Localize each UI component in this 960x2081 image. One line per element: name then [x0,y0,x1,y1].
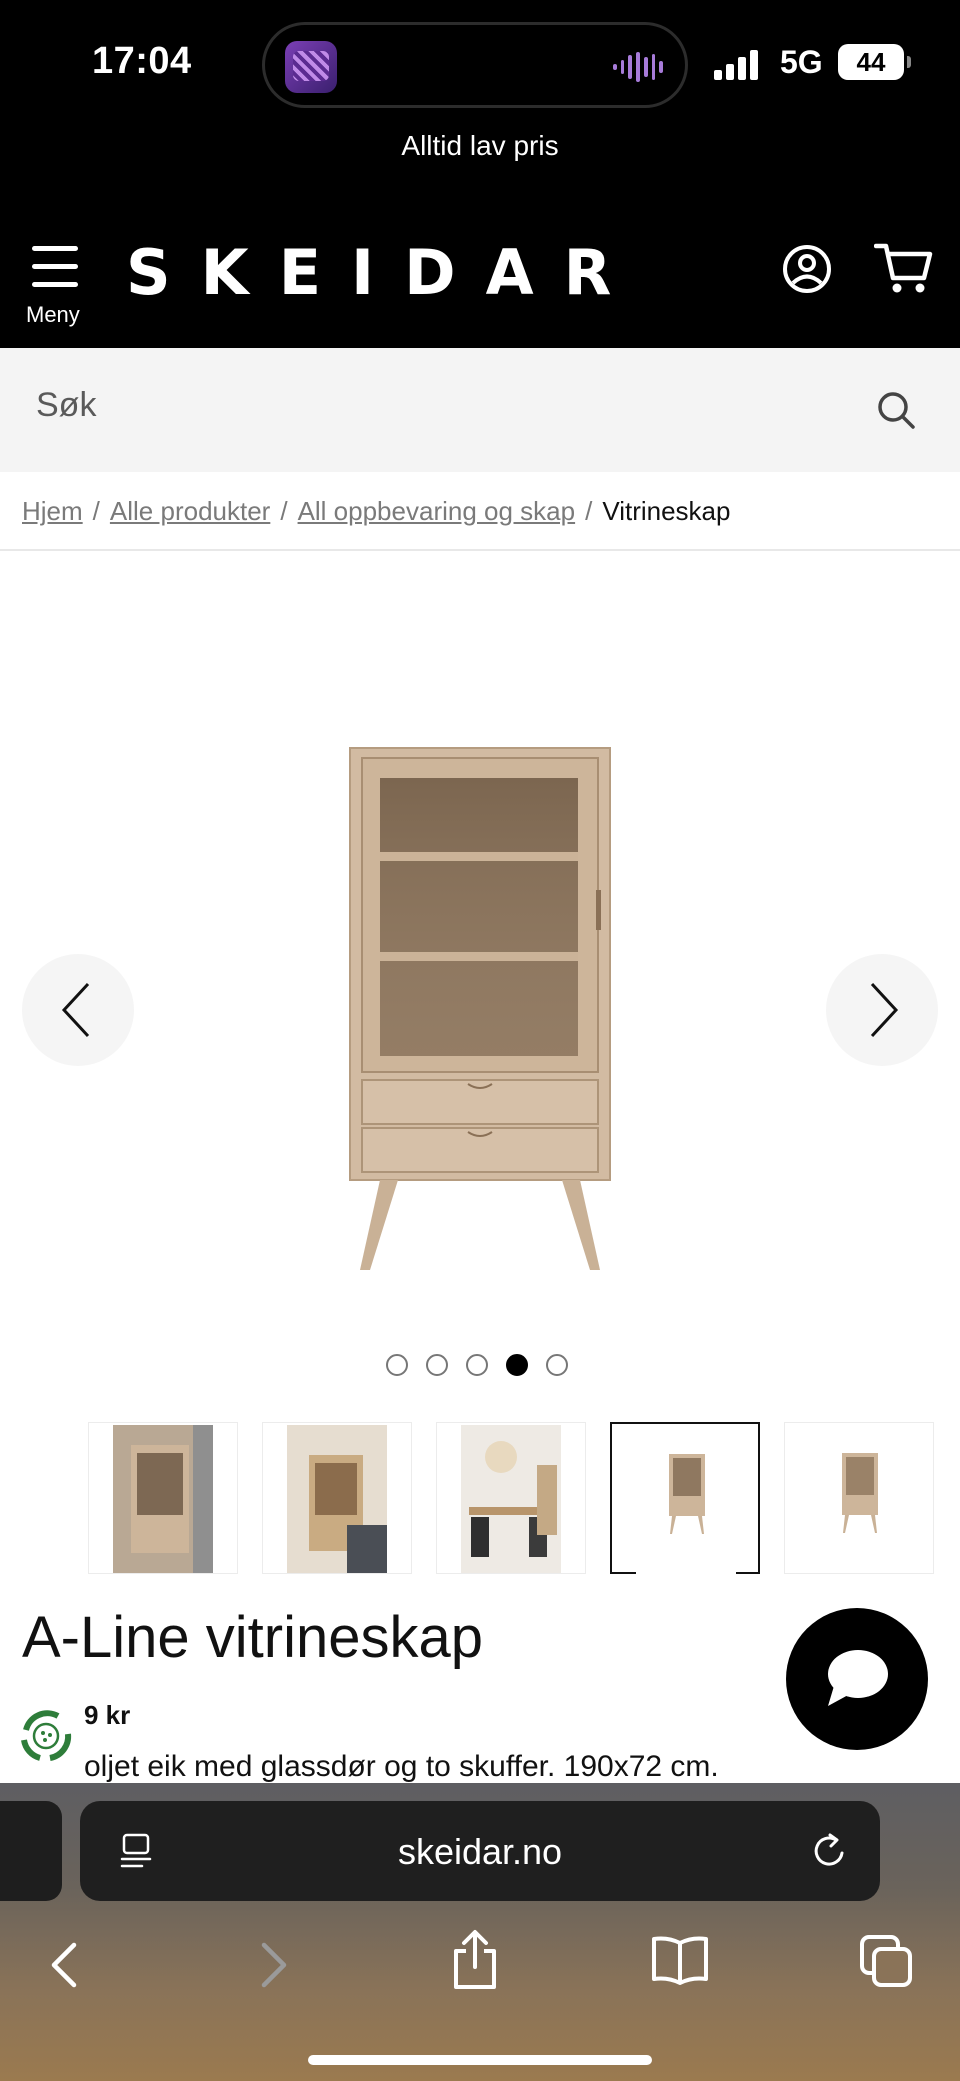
thumbnail[interactable] [436,1422,586,1574]
thumbnail[interactable] [262,1422,412,1574]
product-image[interactable] [340,740,620,1280]
browser-toolbar: skeidar.no [0,1783,960,2081]
thumbnail-image [287,1425,387,1573]
tabs-icon[interactable] [858,1933,914,1989]
forward-icon[interactable] [256,1941,292,1989]
thumbnail-image [809,1425,909,1573]
bookmarks-icon[interactable] [650,1935,710,1985]
top-header: 17:04 5G 44 Alltid lav pris Meny SKEIDAR [0,0,960,348]
search-icon[interactable] [876,390,916,430]
breadcrumb: Hjem / Alle produkter / All oppbevaring og s… [22,496,731,526]
gallery-pagination [386,1354,568,1376]
gallery-dot[interactable] [386,1354,408,1376]
cart-icon[interactable] [874,240,934,296]
product-title: A-Line vitrineskap [22,1605,483,1670]
account-icon[interactable] [782,244,832,294]
breadcrumb-home[interactable]: Hjem [22,496,83,526]
address-bar[interactable]: skeidar.no [80,1801,880,1901]
hamburger-icon [32,246,78,288]
page: 17:04 5G 44 Alltid lav pris Meny SKEIDAR [0,0,960,2081]
search-input[interactable]: Søk [36,386,96,425]
search-bar[interactable]: Søk [0,348,960,472]
promo-banner[interactable]: Alltid lav pris [0,130,960,162]
recycle-badge-icon[interactable] [14,1704,78,1768]
chat-button[interactable] [786,1608,928,1750]
audio-wave-icon [613,51,664,83]
thumbnail[interactable] [88,1422,238,1574]
url-text: skeidar.no [397,1831,563,1872]
product-description: oljet eik med glassdør og to skuffer. 19… [84,1750,719,1783]
share-icon[interactable] [450,1929,500,1991]
battery-level: 44 [856,47,886,77]
divider [0,549,960,551]
cell-signal-icon [714,48,758,80]
thumbnail-image [461,1425,561,1573]
thumbnail-image [113,1425,213,1573]
previous-tab-preview[interactable] [0,1801,62,1901]
home-indicator [308,2055,652,2065]
gallery-next-button[interactable] [826,954,938,1066]
dynamic-island[interactable] [262,22,688,108]
browser-nav-bar [0,1923,960,2003]
breadcrumb-all-products[interactable]: Alle produkter [110,496,270,526]
gallery-dot[interactable] [466,1354,488,1376]
now-playing-app-icon [285,41,337,93]
thumbnail-image [636,1426,736,1574]
menu-button[interactable]: Meny [26,242,88,328]
menu-label: Meny [26,302,80,327]
thumbnail[interactable] [784,1422,934,1574]
breadcrumb-storage[interactable]: All oppbevaring og skap [298,496,576,526]
thumbnail-selected[interactable] [610,1422,760,1574]
chat-bubble-icon [828,1650,888,1706]
status-time: 17:04 [92,40,192,82]
gallery-dot[interactable] [546,1354,568,1376]
breadcrumb-current: Vitrineskap [602,496,731,526]
network-type: 5G [780,44,823,80]
product-price: 9 kr [84,1700,131,1730]
chevron-left-icon [61,982,90,1038]
back-icon[interactable] [46,1941,82,1989]
reload-icon[interactable] [810,1831,850,1871]
thumbnail-strip [88,1422,960,1576]
gallery-dot[interactable] [426,1354,448,1376]
skeidar-logo[interactable]: SKEIDAR [126,236,641,309]
gallery-prev-button[interactable] [22,954,134,1066]
battery-icon: 44 [838,44,911,80]
gallery-dot-active[interactable] [506,1354,528,1376]
chevron-right-icon [870,982,899,1038]
